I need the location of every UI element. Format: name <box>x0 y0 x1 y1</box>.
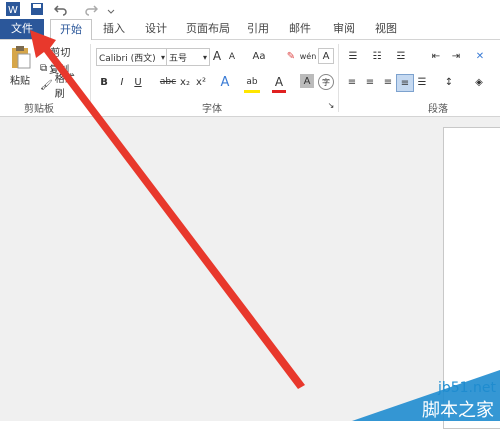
watermark-site: jb51.net <box>437 380 496 396</box>
watermark: jb51.net 脚本之家 <box>352 370 500 421</box>
annotation-arrow <box>30 30 305 389</box>
watermark-name: 脚本之家 <box>422 400 494 421</box>
